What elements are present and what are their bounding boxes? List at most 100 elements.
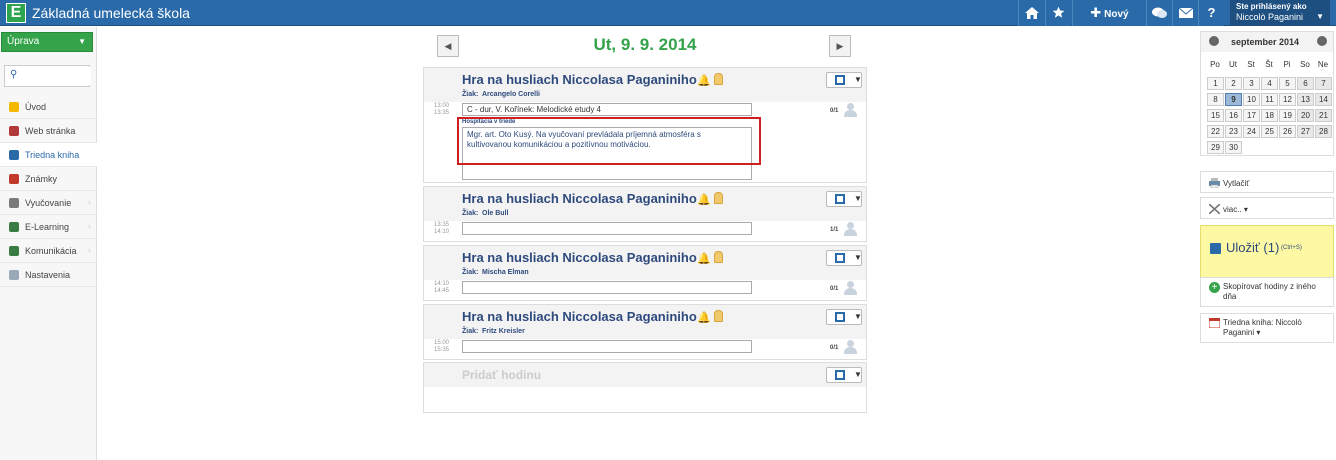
calendar-day[interactable]: 27 <box>1297 125 1314 138</box>
calendar-day[interactable]: 1 <box>1207 77 1224 90</box>
calendar-day[interactable]: 7 <box>1315 77 1332 90</box>
calendar-day[interactable]: 18 <box>1261 109 1278 122</box>
teacher-icon[interactable] <box>714 192 723 204</box>
calendar-day[interactable]: 16 <box>1225 109 1242 122</box>
lesson-topic-input[interactable]: C - dur, V. Kořínek: Melodické etudy 4 <box>462 103 752 116</box>
chevron-down-icon: ▼ <box>854 370 862 379</box>
classbook-menu[interactable]: Triedna kniha: Niccolò Paganini ▾ <box>1200 313 1334 343</box>
student-name[interactable]: Fritz Kreisler <box>482 328 525 335</box>
teacher-icon[interactable] <box>714 73 723 85</box>
student-name[interactable]: Arcangelo Corelli <box>482 91 540 98</box>
calendar-day[interactable]: 26 <box>1279 125 1296 138</box>
next-day-button[interactable]: ▶ <box>829 35 851 57</box>
calendar-day[interactable]: 22 <box>1207 125 1224 138</box>
calendar-day[interactable]: 13 <box>1297 93 1314 106</box>
chat-icon <box>1152 7 1167 18</box>
calendar-day[interactable]: 14 <box>1315 93 1332 106</box>
lesson-time-start: 14:10 <box>434 281 450 287</box>
calendar-day[interactable]: 12 <box>1279 93 1296 106</box>
calendar-day[interactable]: 17 <box>1243 109 1260 122</box>
printer-icon <box>1209 178 1220 188</box>
calendar-day[interactable]: 5 <box>1279 77 1296 90</box>
sidebar-item--vod[interactable]: Úvod <box>0 95 97 119</box>
lesson-time-start: 13:00 <box>434 103 450 109</box>
calendar-prev-icon[interactable] <box>1209 36 1219 46</box>
lesson-topic-input[interactable] <box>462 281 752 294</box>
calendar-next-icon[interactable] <box>1317 36 1327 46</box>
search-icon: ⚲ <box>10 69 18 80</box>
user-menu[interactable]: Ste prihlásený ako Niccolò Paganini ▼ <box>1230 0 1330 26</box>
student-name[interactable]: Mischa Elman <box>482 269 529 276</box>
lesson-title[interactable]: Hra na husliach Niccolasa Paganiniho <box>462 72 697 87</box>
teacher-icon[interactable] <box>714 310 723 322</box>
sidebar-item-e-learning[interactable]: E-Learning › <box>0 215 97 239</box>
bell-icon[interactable]: 🔔 <box>697 311 711 324</box>
calendar-day[interactable]: 4 <box>1261 77 1278 90</box>
lesson-topic-input[interactable] <box>462 222 752 235</box>
lesson-title[interactable]: Hra na husliach Niccolasa Paganiniho <box>462 309 697 324</box>
edit-tool-button[interactable]: ▼ <box>826 309 862 325</box>
home-button[interactable] <box>1018 0 1044 26</box>
calendar-day[interactable]: 30 <box>1225 141 1242 154</box>
app-title[interactable]: Základná umelecká škola <box>32 5 190 21</box>
help-button[interactable]: ? <box>1198 0 1224 26</box>
edit-tool-button[interactable]: ▼ <box>826 191 862 207</box>
sidebar-item-label: Web stránka <box>25 126 76 136</box>
student-avatar-icon[interactable] <box>842 340 858 354</box>
calendar-day[interactable]: 28 <box>1315 125 1332 138</box>
calendar-day[interactable]: 24 <box>1243 125 1260 138</box>
prev-day-button[interactable]: ◀ <box>437 35 459 57</box>
sidebar-item-triedna-kniha[interactable]: Triedna kniha <box>0 143 97 167</box>
calendar-day[interactable]: 19 <box>1279 109 1296 122</box>
chat-button[interactable] <box>1146 0 1172 26</box>
student-avatar-icon[interactable] <box>842 281 858 295</box>
add-lesson-button[interactable]: Pridať hodinu <box>462 368 541 382</box>
edit-tool-button[interactable]: ▼ <box>826 367 862 383</box>
calendar-day[interactable]: 2 <box>1225 77 1242 90</box>
add-lesson-panel: Pridať hodinu ▼ <box>423 362 867 413</box>
calendar-weekday: St <box>1247 60 1255 69</box>
calendar-day[interactable]: 25 <box>1261 125 1278 138</box>
teacher-icon[interactable] <box>714 251 723 263</box>
calendar-day[interactable]: 21 <box>1315 109 1332 122</box>
edit-tool-button[interactable]: ▼ <box>826 72 862 88</box>
calendar-day[interactable]: 8 <box>1207 93 1224 106</box>
more-button[interactable]: viac.. ▾ <box>1200 197 1334 219</box>
calendar-day[interactable]: 11 <box>1261 93 1278 106</box>
print-button[interactable]: Vytlačiť <box>1200 171 1334 193</box>
bell-icon[interactable]: 🔔 <box>697 74 711 87</box>
sidebar-item-vyu-ovanie[interactable]: Vyučovanie › <box>0 191 97 215</box>
calendar-day[interactable]: 15 <box>1207 109 1224 122</box>
calendar-day[interactable]: 20 <box>1297 109 1314 122</box>
sidebar-item-nastavenia[interactable]: Nastavenia <box>0 263 97 287</box>
bell-icon[interactable]: 🔔 <box>697 193 711 206</box>
new-item-button[interactable]: ✚ Nový prvok <box>1072 0 1146 46</box>
sidebar-item-zn-mky[interactable]: Známky <box>0 167 97 191</box>
calendar-day[interactable]: 29 <box>1207 141 1224 154</box>
copy-lessons-button[interactable]: + Skopírovať hodiny z iného dňa <box>1200 277 1334 307</box>
sidebar-item-label: Známky <box>25 174 58 184</box>
calendar-day[interactable]: 23 <box>1225 125 1242 138</box>
calendar-day[interactable]: 6 <box>1297 77 1314 90</box>
edit-tool-button[interactable]: ▼ <box>826 250 862 266</box>
tools-icon <box>1209 204 1220 214</box>
calendar-day[interactable]: 3 <box>1243 77 1260 90</box>
favorites-button[interactable] <box>1045 0 1071 26</box>
edit-mode-button[interactable]: Úprava ▼ <box>1 32 93 52</box>
lesson-topic-input[interactable] <box>462 340 752 353</box>
lesson-title[interactable]: Hra na husliach Niccolasa Paganiniho <box>462 191 697 206</box>
app-logo[interactable]: E <box>6 3 26 23</box>
search-box[interactable]: ⚲ <box>4 65 91 87</box>
student-avatar-icon[interactable] <box>842 103 858 117</box>
calendar-day[interactable]: 10 <box>1243 93 1260 106</box>
mail-button[interactable] <box>1172 0 1198 26</box>
bell-icon[interactable]: 🔔 <box>697 252 711 265</box>
student-name[interactable]: Ole Bull <box>482 210 508 217</box>
sidebar-item-web-str-nka[interactable]: Web stránka <box>0 119 97 143</box>
search-input[interactable] <box>21 67 91 85</box>
lesson-title[interactable]: Hra na husliach Niccolasa Paganiniho <box>462 250 697 265</box>
lesson-header: Hra na husliach Niccolasa Paganiniho 🔔 Žia… <box>424 187 866 221</box>
sidebar-item-komunik-cia[interactable]: Komunikácia › <box>0 239 97 263</box>
calendar-day[interactable]: 9 <box>1225 93 1242 106</box>
student-avatar-icon[interactable] <box>842 222 858 236</box>
